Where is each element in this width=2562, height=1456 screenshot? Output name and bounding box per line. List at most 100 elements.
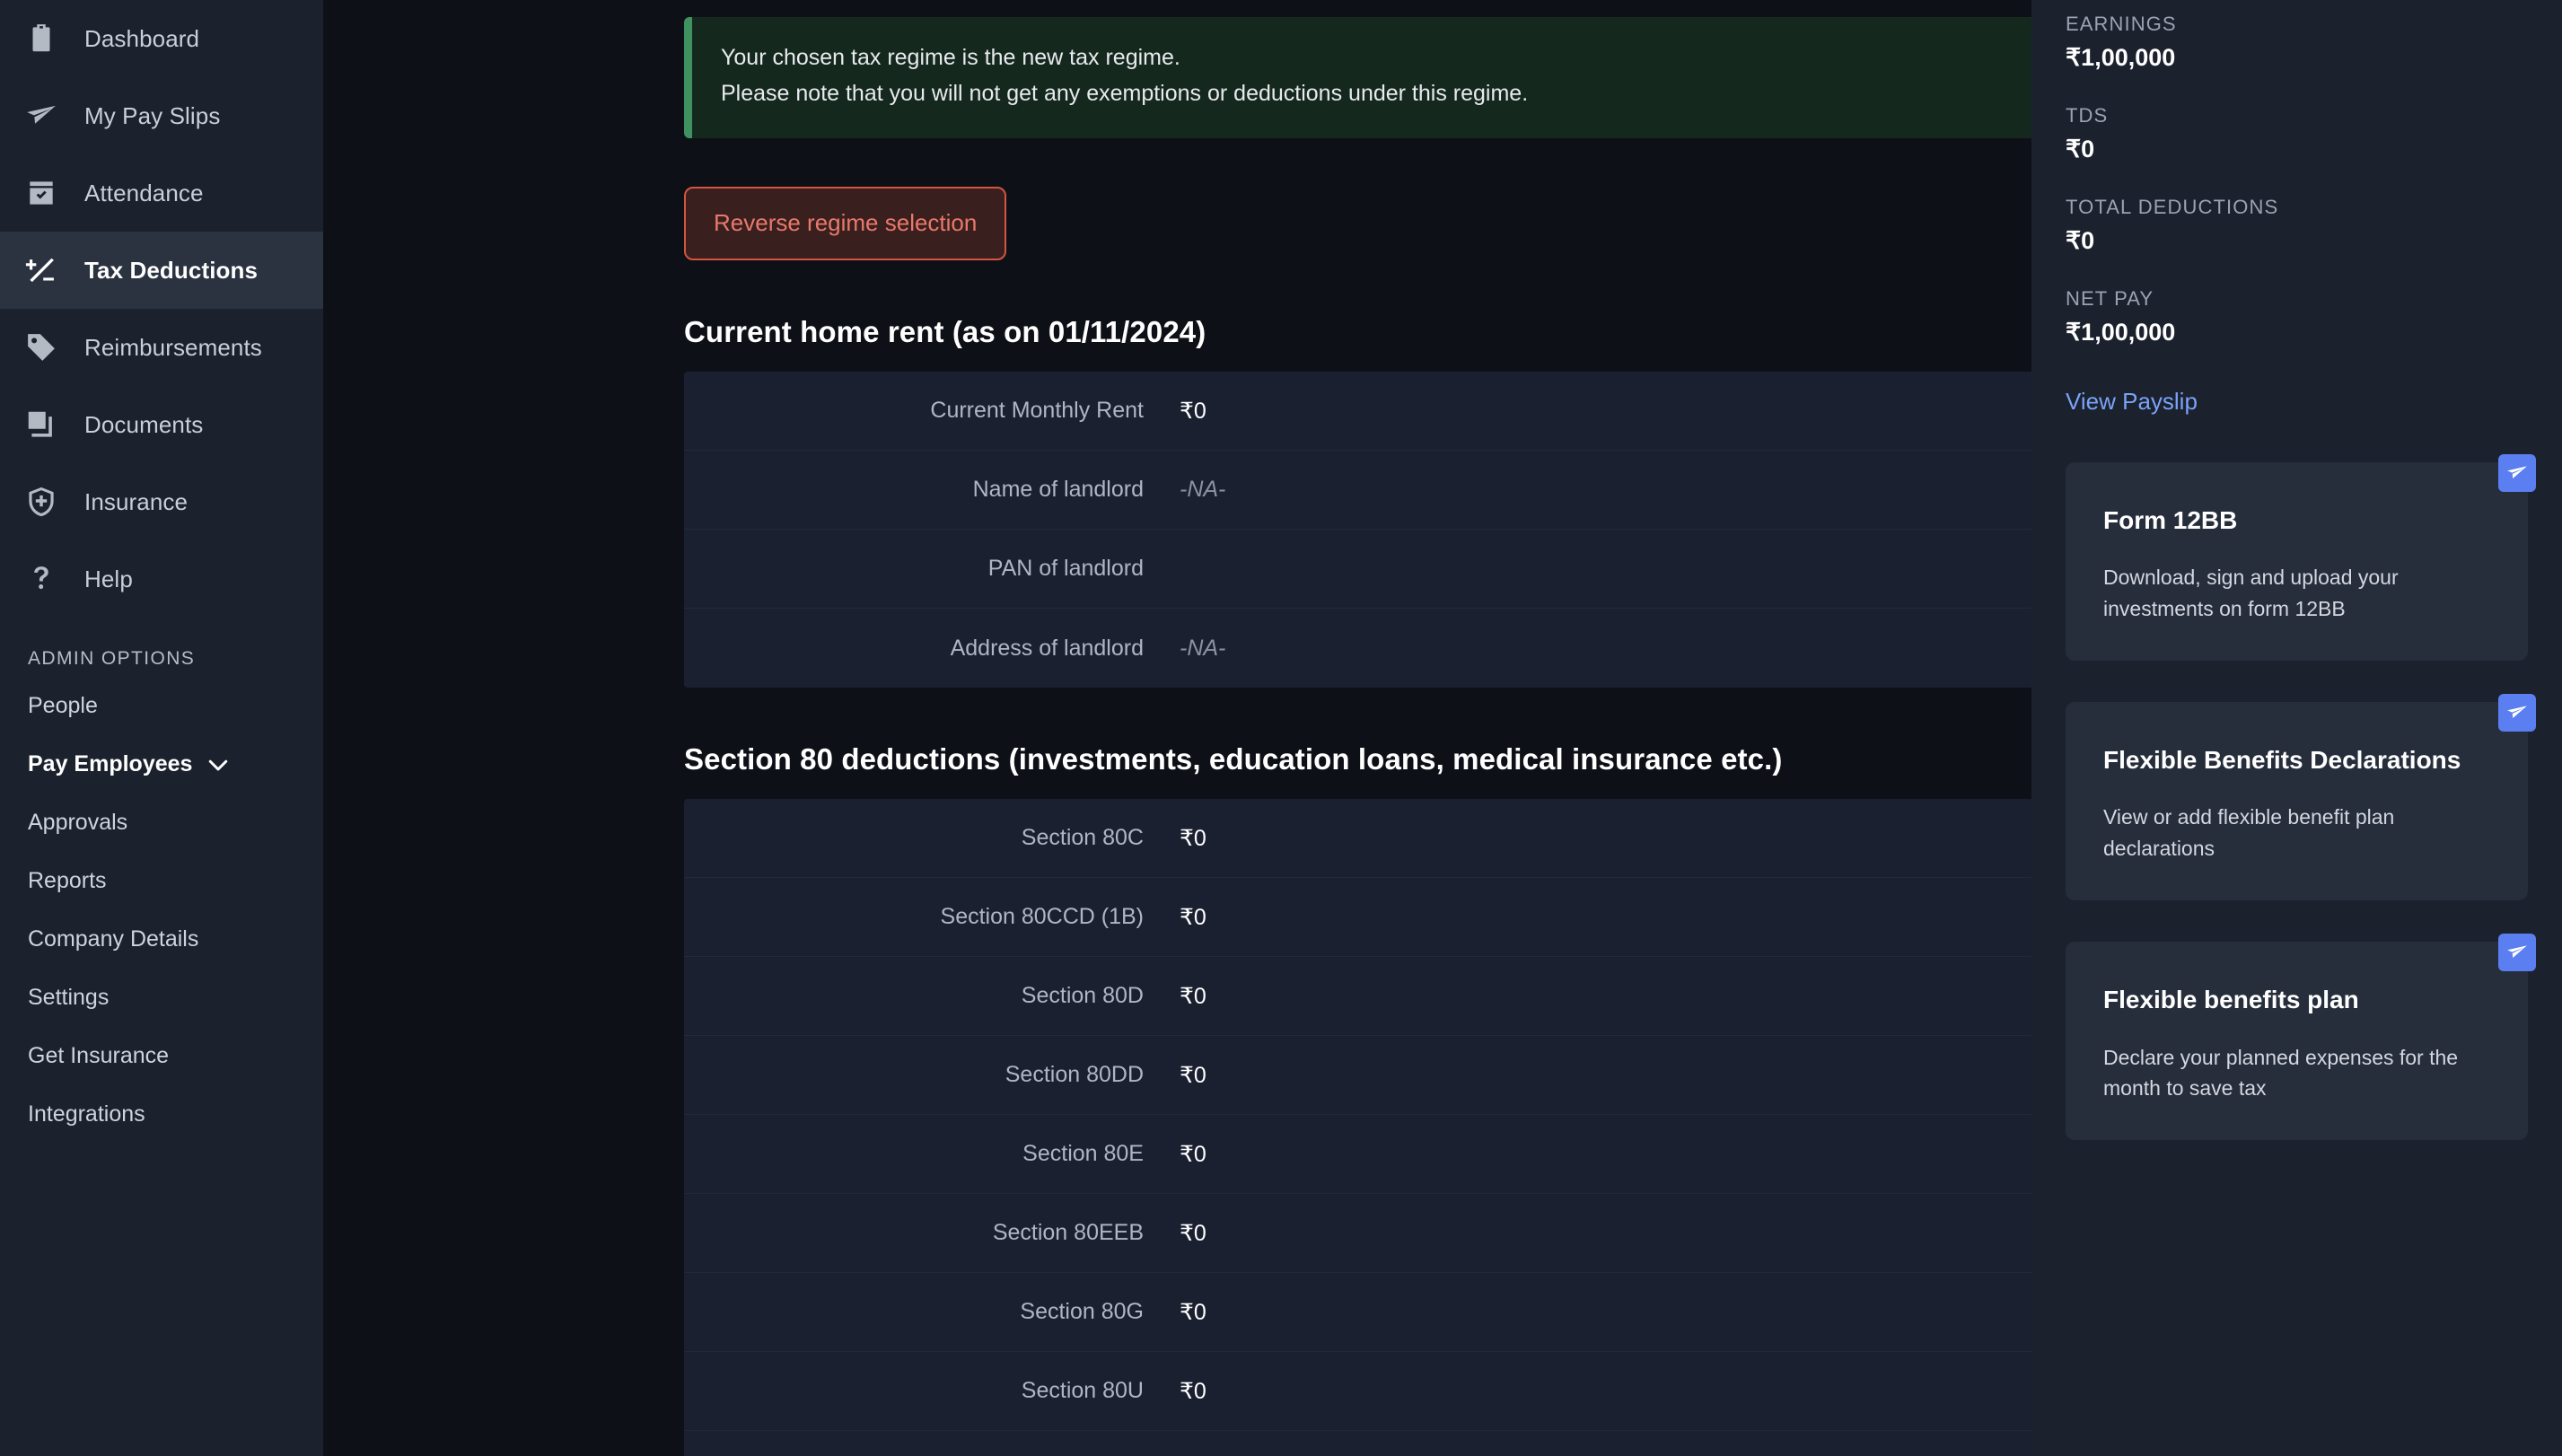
sidebar-admin-item-company-details[interactable]: Company Details	[0, 910, 323, 969]
table-row: Name of landlord -NA-	[684, 451, 2031, 530]
table-row: Section 80G ₹0	[684, 1273, 2031, 1352]
row-label: Name of landlord	[972, 477, 1144, 502]
reverse-regime-selection-button[interactable]: Reverse regime selection	[684, 187, 1007, 260]
sidebar-item-insurance[interactable]: Insurance	[0, 463, 323, 540]
sidebar-item-help[interactable]: Help	[0, 540, 323, 618]
section80-title: Section 80 deductions (investments, educ…	[684, 742, 1783, 776]
home-rent-table: Current Monthly Rent ₹0 Name of landlord -N…	[684, 372, 2031, 688]
table-row: Section 80DD ₹0	[684, 1036, 2031, 1115]
card-title: Flexible benefits plan	[2103, 986, 2359, 1014]
action-card[interactable]: Flexible benefits plan Declare your plann…	[2066, 934, 2536, 1141]
sidebar-item-label: Insurance	[84, 487, 189, 515]
stat-label: EARNINGS	[2066, 13, 2177, 35]
row-value: -NA-	[1180, 477, 1226, 502]
row-label: Section 80D	[1021, 983, 1144, 1008]
stat-value: ₹1,00,000	[2066, 319, 2176, 346]
stat-label: TOTAL DEDUCTIONS	[2066, 196, 2279, 218]
sidebar-admin-item-label: Settings	[28, 985, 110, 1010]
row-value: ₹0	[1180, 398, 1206, 424]
stat-value: ₹1,00,000	[2066, 44, 2176, 71]
action-cards-list: Form 12BB Download, sign and upload your …	[2066, 454, 2536, 1141]
sidebar-item-dashboard[interactable]: Dashboard	[0, 0, 323, 77]
row-value: ₹0	[1180, 1299, 1206, 1325]
sidebar-item-reimbursements[interactable]: Reimbursements	[0, 309, 323, 386]
chevron-down-icon[interactable]	[205, 751, 232, 778]
sidebar-admin-item-integrations[interactable]: Integrations	[0, 1085, 323, 1144]
sidebar-admin-item-people[interactable]: People	[0, 677, 323, 735]
section80-table: Section 80C ₹0 Section 80CCD (1B) ₹0 Section…	[684, 799, 2031, 1456]
row-label: Section 80E	[1022, 1141, 1144, 1166]
table-row: Section 80C ₹0	[684, 799, 2031, 878]
question-mark-icon	[24, 562, 58, 596]
row-value: ₹0	[1180, 1378, 1206, 1404]
home-rent-section-header: Current home rent (as on 01/11/2024) Edi…	[684, 315, 2031, 349]
card-title: Form 12BB	[2103, 506, 2238, 534]
shield-plus-icon	[24, 485, 58, 519]
card-title: Flexible Benefits Declarations	[2103, 746, 2461, 775]
sidebar-item-tax-deductions[interactable]: Tax Deductions	[0, 232, 323, 309]
view-payslip-link[interactable]: View Payslip	[2066, 388, 2528, 416]
sidebar-item-documents[interactable]: Documents	[0, 386, 323, 463]
stat-total-deductions: TOTAL DEDUCTIONS ₹0	[2066, 196, 2528, 255]
sidebar-admin-item-label: Integrations	[28, 1101, 145, 1127]
sidebar-item-label: Help	[84, 565, 133, 592]
admin-options-heading: ADMIN OPTIONS	[28, 648, 196, 669]
paper-plane-icon[interactable]	[2498, 934, 2536, 972]
row-value: -NA-	[1180, 635, 1226, 661]
stat-value: ₹0	[2066, 227, 2095, 254]
card-description: Declare your planned expenses for the mo…	[2103, 1045, 2459, 1101]
paper-plane-icon[interactable]	[2498, 694, 2536, 732]
sidebar-admin-item-label: Approvals	[28, 810, 128, 835]
alert-line-1: Your chosen tax regime is the new tax re…	[721, 45, 1180, 70]
tax-regime-alert: Your chosen tax regime is the new tax re…	[684, 17, 2031, 138]
row-value: ₹0	[1180, 1141, 1206, 1167]
payroll-summary-panel: EARNINGS ₹1,00,000 TDS ₹0 TOTAL DEDUCTIONS ₹0…	[2031, 0, 2562, 1456]
row-label: Section 80EEB	[992, 1220, 1144, 1245]
sidebar-nav-list: Dashboard My Pay Slips Attendance Tax Deduc…	[0, 0, 323, 618]
sidebar-admin-item-label: Get Insurance	[28, 1043, 170, 1068]
sidebar-admin-item-pay-employees[interactable]: Pay Employees	[0, 735, 323, 794]
sidebar-item-label: My Pay Slips	[84, 101, 221, 129]
sidebar-admin-item-label: People	[28, 693, 98, 718]
row-label: Section 80CCD (1B)	[940, 904, 1144, 929]
action-card[interactable]: Form 12BB Download, sign and upload your …	[2066, 454, 2536, 662]
home-rent-title: Current home rent (as on 01/11/2024)	[684, 315, 1206, 348]
action-card[interactable]: Flexible Benefits Declarations View or ad…	[2066, 694, 2536, 901]
table-row: PAN of landlord	[684, 530, 2031, 609]
sidebar-admin-item-reports[interactable]: Reports	[0, 852, 323, 910]
documents-icon	[24, 408, 58, 442]
sidebar-admin-item-get-insurance[interactable]: Get Insurance	[0, 1027, 323, 1085]
row-label: Section 80DD	[1005, 1062, 1144, 1087]
row-label: Address of landlord	[950, 635, 1144, 661]
row-value: ₹0	[1180, 904, 1206, 930]
tag-icon	[24, 330, 58, 364]
paper-plane-icon[interactable]	[2498, 454, 2536, 492]
stat-label: NET PAY	[2066, 287, 2154, 310]
row-label: PAN of landlord	[987, 556, 1144, 581]
row-label: Section 80C	[1021, 825, 1144, 850]
table-row: Section 80D ₹0	[684, 957, 2031, 1036]
stat-tds: TDS ₹0	[2066, 104, 2528, 163]
sidebar-item-label: Reimbursements	[84, 333, 262, 361]
calendar-check-icon	[24, 176, 58, 210]
row-label: Section 80U	[1021, 1378, 1144, 1403]
sidebar-item-label: Dashboard	[84, 24, 200, 52]
sidebar-item-attendance[interactable]: Attendance	[0, 154, 323, 232]
table-row: Current Monthly Rent ₹0	[684, 372, 2031, 451]
alert-line-2: Please note that you will not get any ex…	[721, 80, 1529, 106]
sidebar-admin-item-approvals[interactable]: Approvals	[0, 794, 323, 852]
sidebar-item-my-pay-slips[interactable]: My Pay Slips	[0, 77, 323, 154]
sidebar: Dashboard My Pay Slips Attendance Tax Deduc…	[0, 0, 323, 1456]
table-row: Section 80E ₹0	[684, 1115, 2031, 1194]
stat-value: ₹0	[2066, 136, 2095, 162]
row-value: ₹0	[1180, 1062, 1206, 1088]
table-row: Address of landlord -NA-	[684, 609, 2031, 688]
sidebar-admin-list: People Pay Employees Approvals Reports Compa…	[0, 677, 323, 1144]
stat-earnings: EARNINGS ₹1,00,000	[2066, 13, 2528, 72]
sidebar-admin-item-label: Company Details	[28, 926, 199, 952]
sidebar-item-label: Tax Deductions	[84, 256, 259, 284]
sidebar-admin-item-settings[interactable]: Settings	[0, 969, 323, 1027]
card-description: Download, sign and upload your investmen…	[2103, 566, 2399, 621]
row-value: ₹0	[1180, 825, 1206, 851]
sidebar-admin-item-label: Pay Employees	[28, 751, 193, 776]
